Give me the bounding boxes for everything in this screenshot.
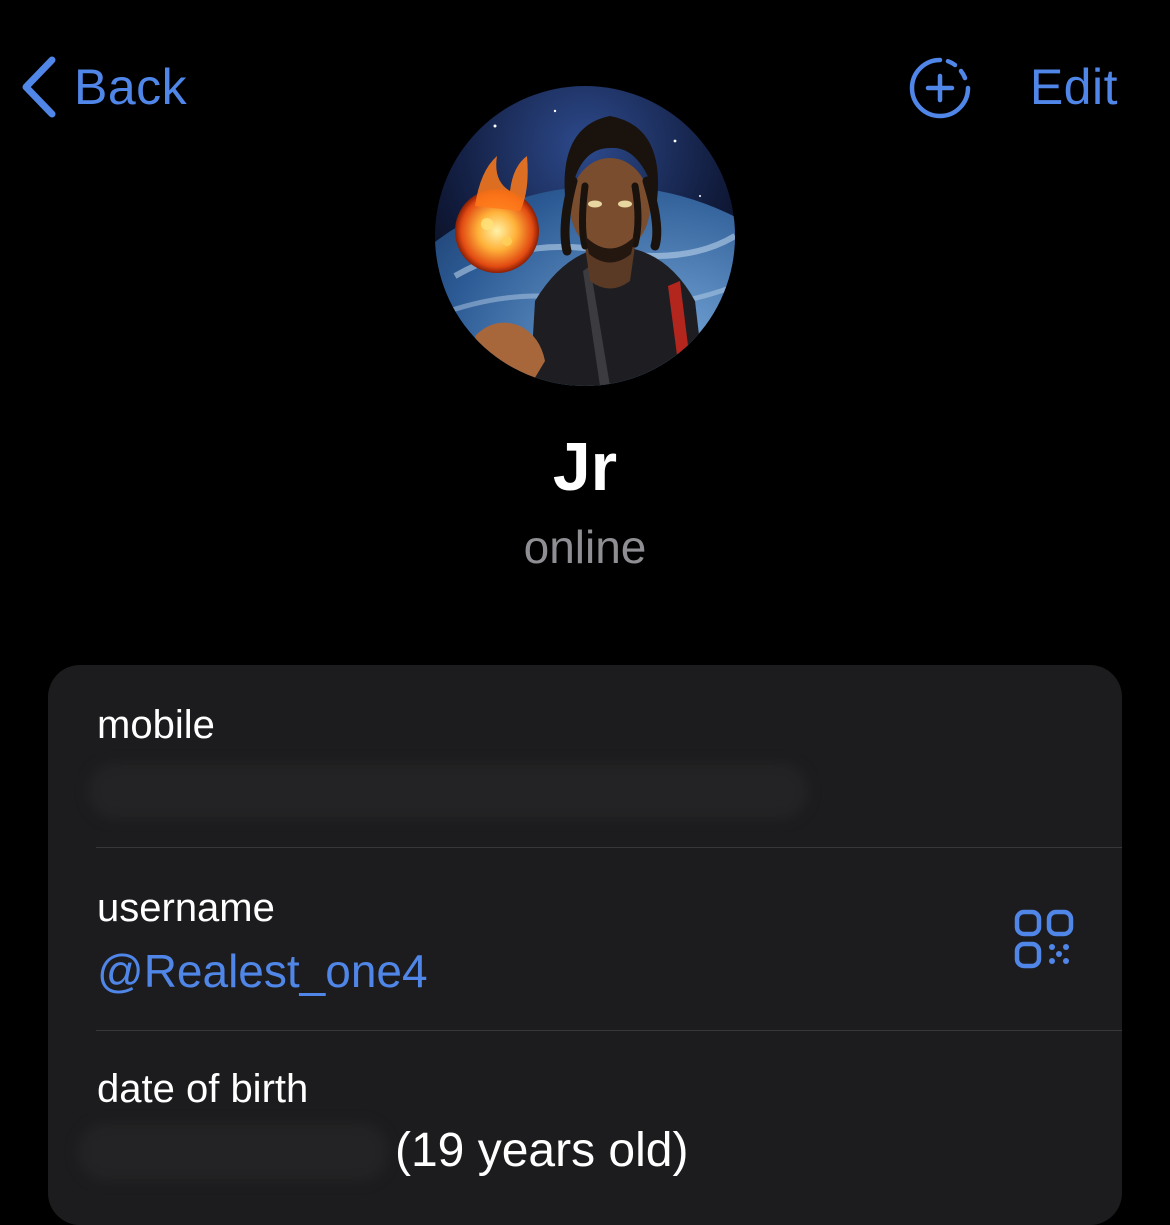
profile-name: Jr: [552, 429, 618, 505]
date-of-birth-redacted: [78, 1123, 388, 1181]
mobile-value-redacted: [88, 763, 808, 819]
qr-code-button[interactable]: [1014, 909, 1074, 969]
edit-button[interactable]: Edit: [1030, 58, 1118, 116]
profile-avatar[interactable]: [435, 86, 735, 386]
date-of-birth-label: date of birth: [97, 1067, 309, 1111]
age-value: (19 years old): [395, 1124, 689, 1177]
chevron-left-icon: [22, 56, 56, 118]
back-label: Back: [74, 59, 188, 115]
online-status: online: [523, 521, 647, 573]
username-row[interactable]: username @Realest_one4: [48, 848, 1122, 1030]
username-value[interactable]: @Realest_one4: [97, 944, 428, 998]
qr-code-icon: [1014, 909, 1074, 969]
mobile-label: mobile: [97, 703, 215, 747]
mobile-row[interactable]: mobile: [48, 665, 1122, 847]
add-story-icon: [909, 57, 971, 119]
avatar-illustration: [435, 86, 735, 386]
username-label: username: [97, 886, 275, 930]
back-button[interactable]: Back: [18, 52, 187, 122]
info-card: mobile username @Realest_one4 date of bi…: [48, 665, 1122, 1225]
add-story-button[interactable]: [908, 56, 972, 120]
